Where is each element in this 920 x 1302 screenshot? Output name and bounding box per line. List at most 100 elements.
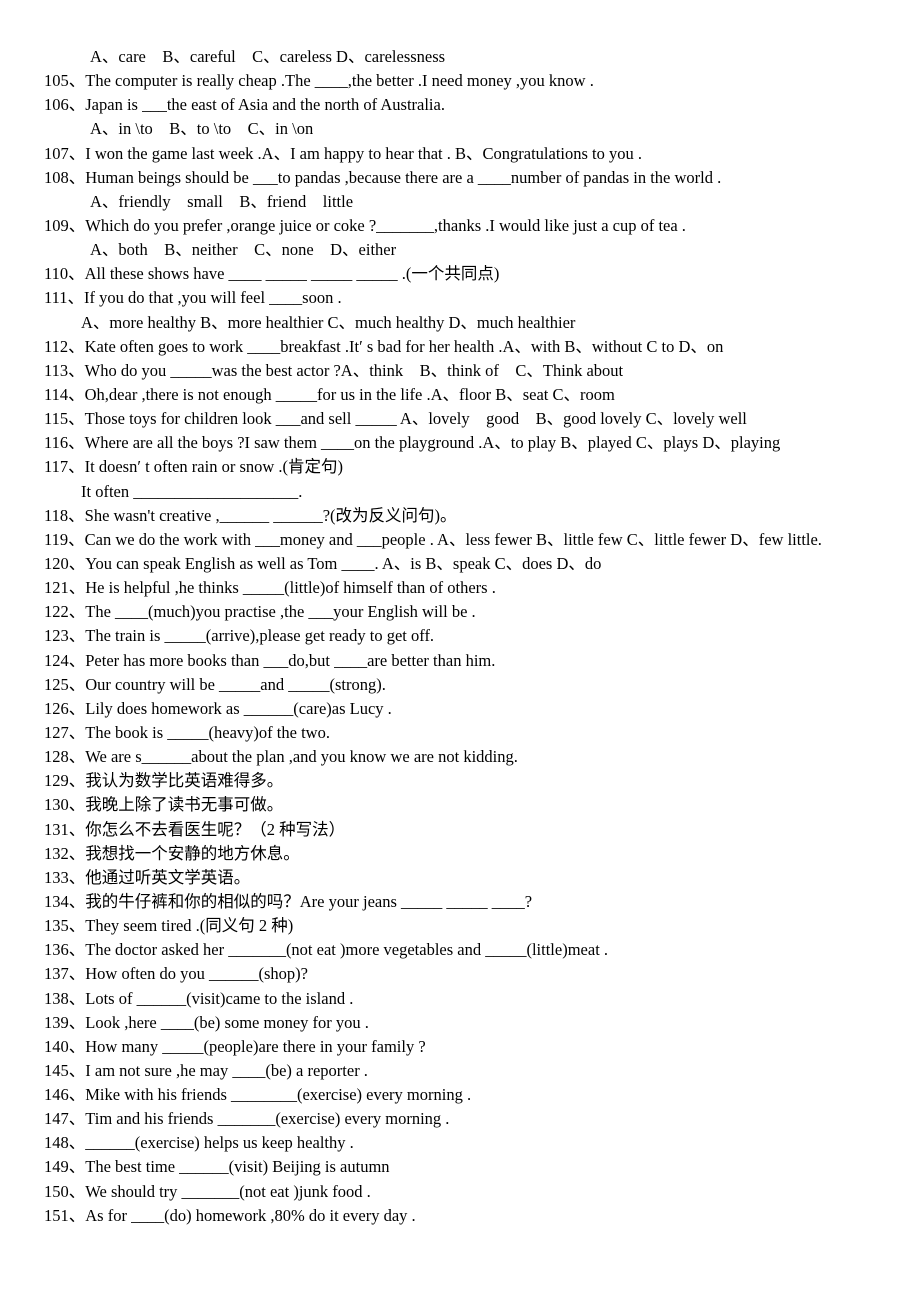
- question-text: All these shows have ____ _____ _____ __…: [84, 264, 500, 284]
- question-line: 147、Tim and his friends _______(exercise…: [44, 1107, 884, 1131]
- question-text: It doesn′ t often rain or snow .(肯定句): [84, 457, 344, 477]
- question-text: 你怎么不去看医生呢？（2 种写法）: [85, 819, 346, 839]
- question-text: If you do that ,you will feel ____soon .: [84, 288, 342, 308]
- question-number: 128、: [44, 747, 86, 767]
- question-number: 132、: [44, 843, 86, 863]
- question-number: 130、: [44, 795, 86, 815]
- question-text: Who do you _____was the best actor ?A、th…: [84, 360, 624, 380]
- question-text: Our country will be _____and _____(stron…: [85, 674, 386, 694]
- question-continuation-line: A、friendly small B、friend little: [44, 190, 884, 214]
- question-number: 112、: [44, 336, 85, 356]
- question-line: 117、It doesn′ t often rain or snow .(肯定句…: [44, 455, 884, 479]
- question-text: The book is _____(heavy)of the two.: [85, 722, 330, 742]
- question-number: 125、: [44, 674, 86, 694]
- question-continuation-line: A、care B、careful C、careless D、carelessne…: [44, 45, 884, 69]
- question-text: I won the game last week .A、I am happy t…: [85, 143, 643, 163]
- question-number: 110、: [44, 264, 85, 284]
- question-number: 106、: [44, 95, 86, 115]
- question-line: 151、As for ____(do) homework ,80% do it …: [44, 1204, 884, 1228]
- question-line: 150、We should try _______(not eat )junk …: [44, 1180, 884, 1204]
- question-number: 113、: [44, 360, 85, 380]
- question-number: 114、: [44, 384, 85, 404]
- question-text: The best time ______(visit) Beijing is a…: [85, 1157, 390, 1177]
- question-text: Where are all the boys ?I saw them ____o…: [84, 433, 781, 453]
- question-line: 121、He is helpful ,he thinks _____(littl…: [44, 576, 884, 600]
- question-number: 122、: [44, 602, 86, 622]
- question-line: 131、你怎么不去看医生呢？（2 种写法）: [44, 818, 884, 842]
- question-text: You can speak English as well as Tom ___…: [85, 553, 602, 573]
- question-number: 115、: [44, 409, 85, 429]
- question-text: It often ____________________.: [81, 481, 303, 501]
- question-line: 128、We are s______about the plan ,and yo…: [44, 745, 884, 769]
- question-text: The computer is really cheap .The ____,t…: [85, 71, 594, 91]
- question-line: 136、The doctor asked her _______(not eat…: [44, 938, 884, 962]
- question-line: 107、I won the game last week .A、I am hap…: [44, 142, 884, 166]
- question-number: 148、: [44, 1133, 86, 1153]
- question-line: 146、Mike with his friends ________(exerc…: [44, 1083, 884, 1107]
- question-line: 118、She wasn't creative ,______ ______?(…: [44, 504, 884, 528]
- question-line: 112、Kate often goes to work ____breakfas…: [44, 335, 884, 359]
- question-text: ______(exercise) helps us keep healthy .: [85, 1133, 354, 1153]
- question-text: How many _____(people)are there in your …: [85, 1036, 426, 1056]
- question-text: We are s______about the plan ,and you kn…: [85, 747, 518, 767]
- question-line: 149、The best time ______(visit) Beijing …: [44, 1155, 884, 1179]
- question-number: 135、: [44, 916, 86, 936]
- question-text: 我晚上除了读书无事可做。: [85, 795, 284, 815]
- question-number: 123、: [44, 626, 86, 646]
- question-line: 140、How many _____(people)are there in y…: [44, 1035, 884, 1059]
- question-text: Can we do the work with ___money and ___…: [84, 529, 822, 549]
- question-number: 111、: [44, 288, 85, 308]
- question-text: As for ____(do) homework ,80% do it ever…: [85, 1205, 416, 1225]
- question-text: Mike with his friends ________(exercise)…: [85, 1085, 472, 1105]
- question-number: 145、: [44, 1060, 86, 1080]
- question-line: 109、Which do you prefer ,orange juice or…: [44, 214, 884, 238]
- question-number: 119、: [44, 529, 85, 549]
- worksheet-page: A、care B、careful C、careless D、carelessne…: [44, 45, 884, 1228]
- question-text: She wasn't creative ,______ ______?(改为反义…: [84, 505, 457, 525]
- question-text: How often do you ______(shop)?: [85, 964, 308, 984]
- question-line: 145、I am not sure ,he may ____(be) a rep…: [44, 1059, 884, 1083]
- question-number: 133、: [44, 867, 86, 887]
- question-text: A、more healthy B、more healthier C、much h…: [81, 312, 576, 332]
- question-line: 122、The ____(much)you practise ,the ___y…: [44, 600, 884, 624]
- question-number: 127、: [44, 722, 86, 742]
- question-continuation-line: A、more healthy B、more healthier C、much h…: [44, 311, 884, 335]
- question-number: 105、: [44, 71, 86, 91]
- question-text: Oh,dear ,there is not enough _____for us…: [84, 384, 615, 404]
- question-line: 110、All these shows have ____ _____ ____…: [44, 262, 884, 286]
- question-text: 我想找一个安静的地方休息。: [85, 843, 300, 863]
- question-line: 120、You can speak English as well as Tom…: [44, 552, 884, 576]
- question-text: Look ,here ____(be) some money for you .: [85, 1012, 369, 1032]
- question-number: 117、: [44, 457, 85, 477]
- question-number: 116、: [44, 433, 85, 453]
- question-text: Lots of ______(visit)came to the island …: [85, 988, 354, 1008]
- question-text: A、care B、careful C、careless D、carelessne…: [90, 47, 446, 66]
- question-text: I am not sure ,he may ____(be) a reporte…: [85, 1060, 368, 1080]
- question-number: 120、: [44, 553, 86, 573]
- question-text: Tim and his friends _______(exercise) ev…: [85, 1109, 450, 1129]
- question-line: 108、Human beings should be ___to pandas …: [44, 166, 884, 190]
- question-text: 他通过听英文学英语。: [85, 867, 251, 887]
- question-line: 137、How often do you ______(shop)?: [44, 962, 884, 986]
- question-number: 140、: [44, 1036, 86, 1056]
- question-text: A、both B、neither C、none D、either: [90, 240, 397, 260]
- question-number: 126、: [44, 698, 86, 718]
- question-text: They seem tired .(同义句 2 种): [85, 916, 294, 936]
- question-text: 我认为数学比英语难得多。: [85, 771, 284, 791]
- question-line: 119、Can we do the work with ___money and…: [44, 528, 884, 552]
- question-line: 124、Peter has more books than ___do,but …: [44, 649, 884, 673]
- question-number: 134、: [44, 891, 86, 911]
- question-number: 146、: [44, 1085, 86, 1105]
- question-text: Lily does homework as ______(care)as Luc…: [85, 698, 392, 718]
- question-number: 108、: [44, 167, 86, 187]
- question-number: 109、: [44, 215, 86, 235]
- question-line: 127、The book is _____(heavy)of the two.: [44, 721, 884, 745]
- question-line: 125、Our country will be _____and _____(s…: [44, 673, 884, 697]
- question-line: 132、我想找一个安静的地方休息。: [44, 842, 884, 866]
- question-number: 137、: [44, 964, 86, 984]
- question-number: 121、: [44, 578, 86, 598]
- question-text: Peter has more books than ___do,but ____…: [85, 650, 496, 670]
- question-line: 129、我认为数学比英语难得多。: [44, 769, 884, 793]
- question-continuation-line: A、both B、neither C、none D、either: [44, 238, 884, 262]
- question-line: 139、Look ,here ____(be) some money for y…: [44, 1011, 884, 1035]
